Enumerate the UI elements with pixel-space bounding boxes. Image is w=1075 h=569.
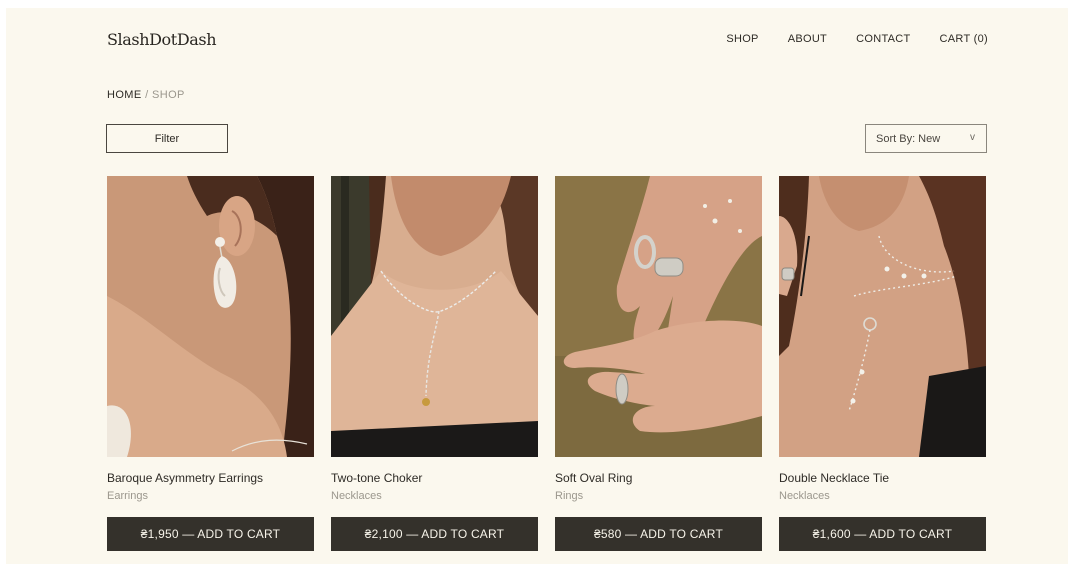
product-name[interactable]: Two-tone Choker: [331, 471, 538, 485]
filter-button[interactable]: Filter: [106, 124, 228, 153]
breadcrumb-current: SHOP: [152, 89, 185, 101]
shop-page: SlashDotDash SHOP ABOUT CONTACT CART (0)…: [6, 8, 1068, 564]
add-to-cart-button[interactable]: ₴1,600 — ADD TO CART: [779, 517, 986, 551]
product-name[interactable]: Baroque Asymmetry Earrings: [107, 471, 314, 485]
sort-select[interactable]: Sort By: New v: [865, 124, 987, 153]
sort-select-label: Sort By: New: [876, 132, 941, 145]
product-category: Earrings: [107, 490, 148, 502]
product-image[interactable]: [107, 176, 314, 457]
add-to-cart-button[interactable]: ₴580 — ADD TO CART: [555, 517, 762, 551]
brand-logo[interactable]: SlashDotDash: [107, 30, 217, 49]
product-card: Two-tone Choker Necklaces ₴2,100 — ADD T…: [331, 176, 538, 551]
breadcrumb: HOME / SHOP: [107, 89, 185, 101]
nav-about-link[interactable]: ABOUT: [788, 33, 827, 45]
nav-shop-link[interactable]: SHOP: [726, 33, 758, 45]
product-card: Soft Oval Ring Rings ₴580 — ADD TO CART: [555, 176, 762, 551]
product-name[interactable]: Double Necklace Tie: [779, 471, 986, 485]
product-image[interactable]: [555, 176, 762, 457]
chevron-down-icon: v: [970, 132, 975, 143]
product-card: Baroque Asymmetry Earrings Earrings ₴1,9…: [107, 176, 314, 551]
main-nav: SHOP ABOUT CONTACT CART (0): [726, 33, 988, 45]
breadcrumb-separator: /: [145, 89, 149, 101]
breadcrumb-home-link[interactable]: HOME: [107, 89, 142, 101]
product-image[interactable]: [331, 176, 538, 457]
product-image[interactable]: [779, 176, 986, 457]
product-card: Double Necklace Tie Necklaces ₴1,600 — A…: [779, 176, 986, 551]
nav-cart-link[interactable]: CART (0): [940, 33, 988, 45]
add-to-cart-button[interactable]: ₴2,100 — ADD TO CART: [331, 517, 538, 551]
product-category: Necklaces: [331, 490, 382, 502]
product-name[interactable]: Soft Oval Ring: [555, 471, 762, 485]
product-category: Necklaces: [779, 490, 830, 502]
nav-contact-link[interactable]: CONTACT: [856, 33, 910, 45]
product-category: Rings: [555, 490, 584, 502]
add-to-cart-button[interactable]: ₴1,950 — ADD TO CART: [107, 517, 314, 551]
